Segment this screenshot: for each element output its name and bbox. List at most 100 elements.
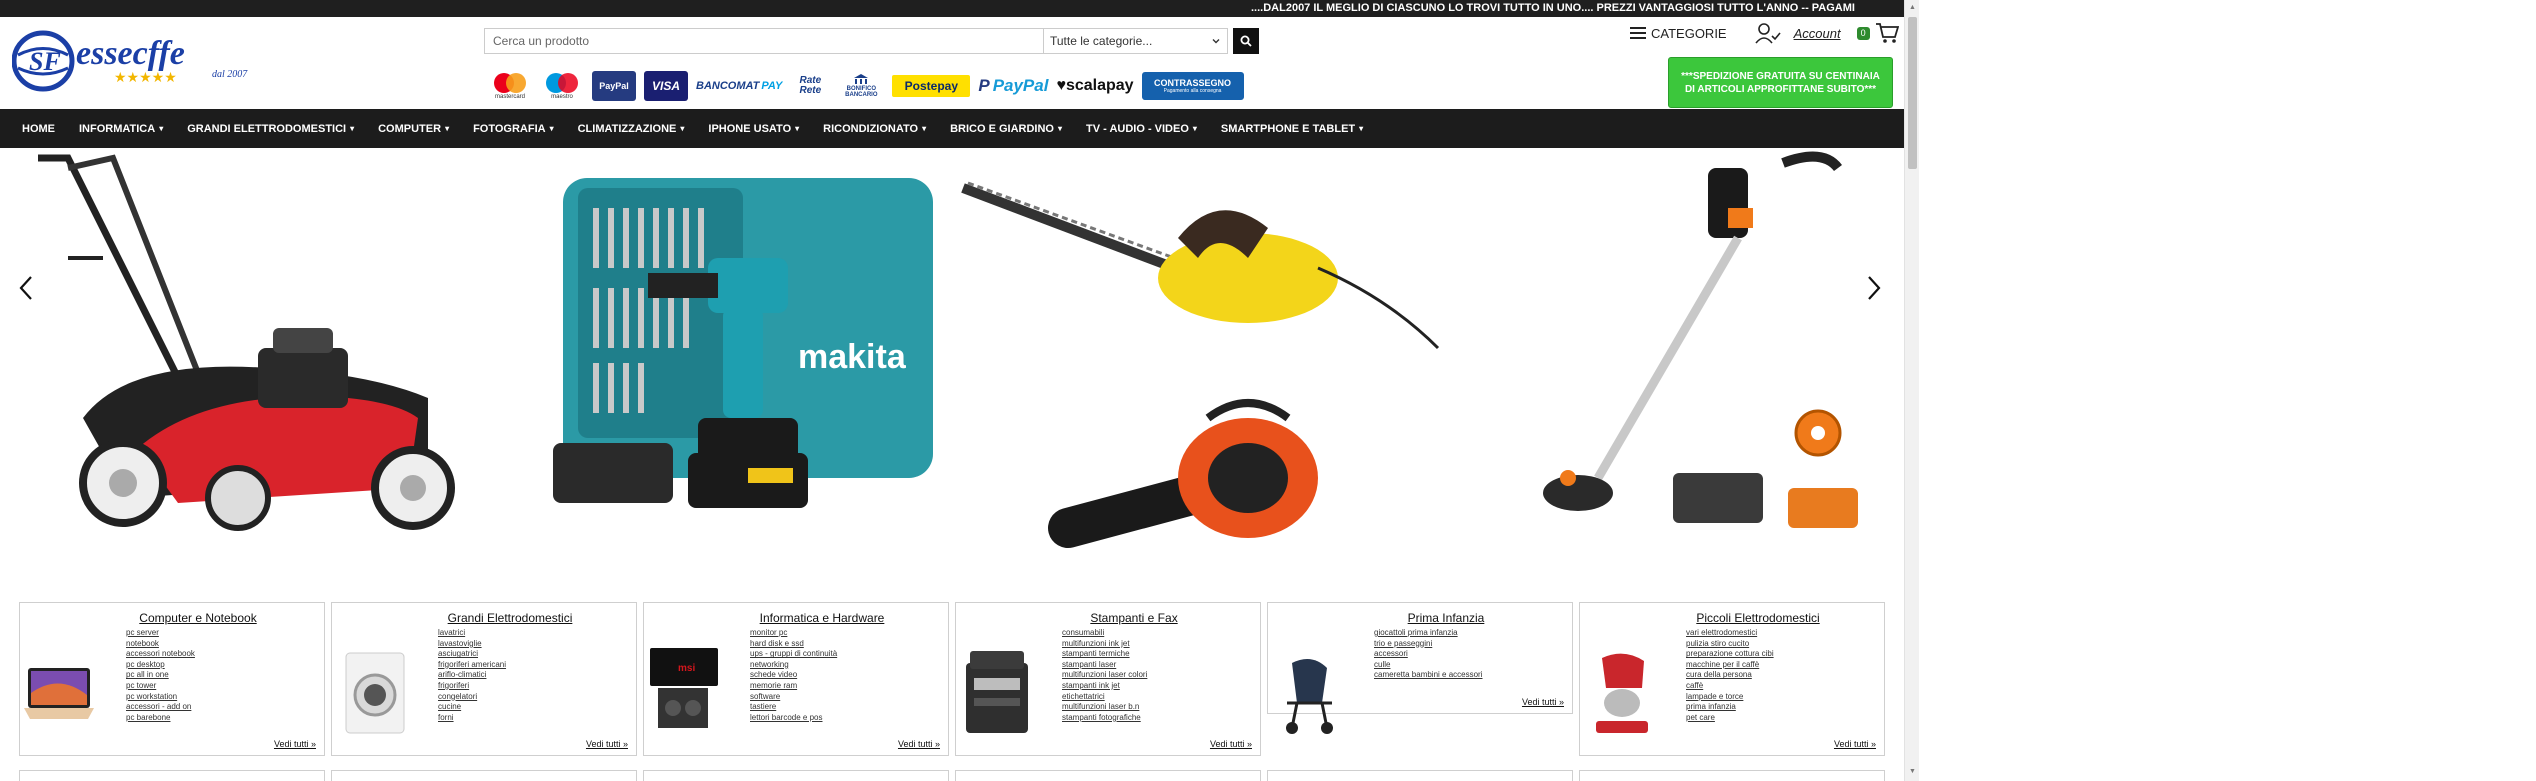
subcategory-link[interactable]: hard disk e ssd <box>750 639 837 650</box>
subcategory-link[interactable]: prima infanzia <box>1686 702 1774 713</box>
subcategory-link[interactable]: networking <box>750 660 837 671</box>
slider-prev-button[interactable] <box>14 270 38 306</box>
nav-item[interactable]: HOME <box>10 123 67 135</box>
subcategory-link[interactable]: etichettatrici <box>1062 692 1147 703</box>
subcategory-link[interactable]: software <box>750 692 837 703</box>
nav-item[interactable]: RICONDIZIONATO ▾ <box>811 123 938 135</box>
subcategory-link[interactable]: multifunzioni laser b.n <box>1062 702 1147 713</box>
category-title-link[interactable]: Piccoli Elettrodomestici <box>1663 611 1853 625</box>
caret-down-icon: ▾ <box>445 124 450 133</box>
view-all-link[interactable]: Vedi tutti » <box>1834 739 1876 749</box>
subcategory-link[interactable]: stampanti laser <box>1062 660 1147 671</box>
subcategory-link[interactable]: giocattoli prima infanzia <box>1374 628 1483 639</box>
category-title-link[interactable]: Computer e Notebook <box>103 611 293 625</box>
subcategory-link[interactable]: pet care <box>1686 713 1774 724</box>
view-all-link[interactable]: Vedi tutti » <box>898 739 940 749</box>
subcategory-link[interactable]: pc all in one <box>126 670 195 681</box>
category-image[interactable]: msi <box>648 633 720 743</box>
nav-item[interactable]: CLIMATIZZAZIONE ▾ <box>566 123 697 135</box>
search-input[interactable] <box>484 28 1044 54</box>
subcategory-link[interactable]: pc desktop <box>126 660 195 671</box>
subcategory-link[interactable]: culle <box>1374 660 1483 671</box>
free-shipping-banner[interactable]: ***SPEDIZIONE GRATUITA SU CENTINAIA DI A… <box>1668 57 1893 108</box>
subcategory-link[interactable]: pc tower <box>126 681 195 692</box>
nav-item[interactable]: IPHONE USATO ▾ <box>696 123 811 135</box>
subcategory-link[interactable]: cameretta bambini e accessori <box>1374 670 1483 681</box>
subcategory-link[interactable]: asciugatrici <box>438 649 506 660</box>
page-scrollbar[interactable]: ▲ ▼ <box>1904 0 1919 781</box>
nav-item[interactable]: BRICO E GIARDINO ▾ <box>938 123 1074 135</box>
category-image[interactable] <box>960 633 1032 743</box>
subcategory-link[interactable]: stampanti fotografiche <box>1062 713 1147 724</box>
category-image[interactable] <box>336 633 408 743</box>
subcategory-link[interactable]: caffè <box>1686 681 1774 692</box>
category-image[interactable] <box>24 633 96 743</box>
nav-item[interactable]: INFORMATICA ▾ <box>67 123 175 135</box>
subcategory-link[interactable]: forni <box>438 713 506 724</box>
nav-item[interactable]: GRANDI ELETTRODOMESTICI ▾ <box>175 123 366 135</box>
scrollbar-thumb[interactable] <box>1908 17 1917 169</box>
subcategory-link[interactable]: memorie ram <box>750 681 837 692</box>
categories-menu-button[interactable]: CATEGORIE <box>1630 26 1727 41</box>
caret-down-icon: ▾ <box>159 124 164 133</box>
scroll-down-arrow[interactable]: ▼ <box>1908 766 1917 778</box>
subcategory-link[interactable]: frigoriferi americani <box>438 660 506 671</box>
subcategory-link[interactable]: pc workstation <box>126 692 195 703</box>
subcategory-link[interactable]: monitor pc <box>750 628 837 639</box>
category-title-link[interactable]: Grandi Elettrodomestici <box>415 611 605 625</box>
subcategory-link[interactable]: accessori <box>1374 649 1483 660</box>
subcategory-link[interactable]: tastiere <box>750 702 837 713</box>
subcategory-link[interactable]: lampade e torce <box>1686 692 1774 703</box>
subcategory-link[interactable]: trio e passeggini <box>1374 639 1483 650</box>
subcategory-link[interactable]: consumabili <box>1062 628 1147 639</box>
subcategory-link[interactable]: schede video <box>750 670 837 681</box>
subcategory-link[interactable]: ups - gruppi di continuità <box>750 649 837 660</box>
subcategory-link[interactable]: lavastoviglie <box>438 639 506 650</box>
subcategory-link[interactable]: pc server <box>126 628 195 639</box>
search-button[interactable] <box>1233 28 1259 54</box>
nav-item[interactable]: COMPUTER ▾ <box>366 123 461 135</box>
view-all-link[interactable]: Vedi tutti » <box>586 739 628 749</box>
subcategory-link[interactable]: pc barebone <box>126 713 195 724</box>
paypal-logo: P PayPal <box>978 76 1049 95</box>
subcategory-link[interactable]: accessori notebook <box>126 649 195 660</box>
view-all-link[interactable]: Vedi tutti » <box>1210 739 1252 749</box>
subcategory-link[interactable]: pulizia stiro cucito <box>1686 639 1774 650</box>
contrassegno-logo: CONTRASSEGNO Pagamento alla consegna <box>1141 72 1244 100</box>
category-title-link[interactable]: Informatica e Hardware <box>727 611 917 625</box>
slider-next-button[interactable] <box>1862 270 1886 306</box>
category-image[interactable] <box>1272 633 1344 743</box>
category-image[interactable] <box>1584 633 1656 743</box>
search-icon <box>1240 35 1252 47</box>
subcategory-link[interactable]: cura della persona <box>1686 670 1774 681</box>
subcategory-link[interactable]: frigoriferi <box>438 681 506 692</box>
subcategory-link[interactable]: stampanti termiche <box>1062 649 1147 660</box>
subcategory-link[interactable]: accessori - add on <box>126 702 195 713</box>
nav-item[interactable]: SMARTPHONE E TABLET ▾ <box>1209 123 1375 135</box>
subcategory-link[interactable]: lavatrici <box>438 628 506 639</box>
nav-item-label: TV - AUDIO - VIDEO <box>1086 122 1189 135</box>
subcategory-link[interactable]: macchine per il caffè <box>1686 660 1774 671</box>
subcategory-link[interactable]: vari elettrodomestici <box>1686 628 1774 639</box>
nav-item[interactable]: TV - AUDIO - VIDEO ▾ <box>1074 123 1209 135</box>
site-logo[interactable]: SF essecffe ★★★★★ dal 2007 <box>11 30 260 92</box>
category-title-link[interactable]: Stampanti e Fax <box>1039 611 1229 625</box>
subcategory-link[interactable]: stampanti ink jet <box>1062 681 1147 692</box>
subcategory-link[interactable]: lettori barcode e pos <box>750 713 837 724</box>
category-card <box>1579 770 1885 781</box>
subcategory-link[interactable]: multifunzioni laser colori <box>1062 670 1147 681</box>
category-select[interactable]: Tutte le categorie... <box>1044 28 1228 54</box>
nav-item[interactable]: FOTOGRAFIA ▾ <box>461 123 566 135</box>
subcategory-link[interactable]: multifunzioni ink jet <box>1062 639 1147 650</box>
subcategory-link[interactable]: preparazione cottura cibi <box>1686 649 1774 660</box>
subcategory-link[interactable]: notebook <box>126 639 195 650</box>
account-link[interactable]: Account <box>1754 22 1841 44</box>
category-title-link[interactable]: Prima Infanzia <box>1351 611 1541 625</box>
subcategory-link[interactable]: congelatori <box>438 692 506 703</box>
subcategory-link[interactable]: cucine <box>438 702 506 713</box>
cart-button[interactable]: 0 <box>1856 22 1899 44</box>
view-all-link[interactable]: Vedi tutti » <box>274 739 316 749</box>
subcategory-link[interactable]: ariflo-climatici <box>438 670 506 681</box>
view-all-link[interactable]: Vedi tutti » <box>1522 697 1564 707</box>
scroll-up-arrow[interactable]: ▲ <box>1908 2 1917 14</box>
